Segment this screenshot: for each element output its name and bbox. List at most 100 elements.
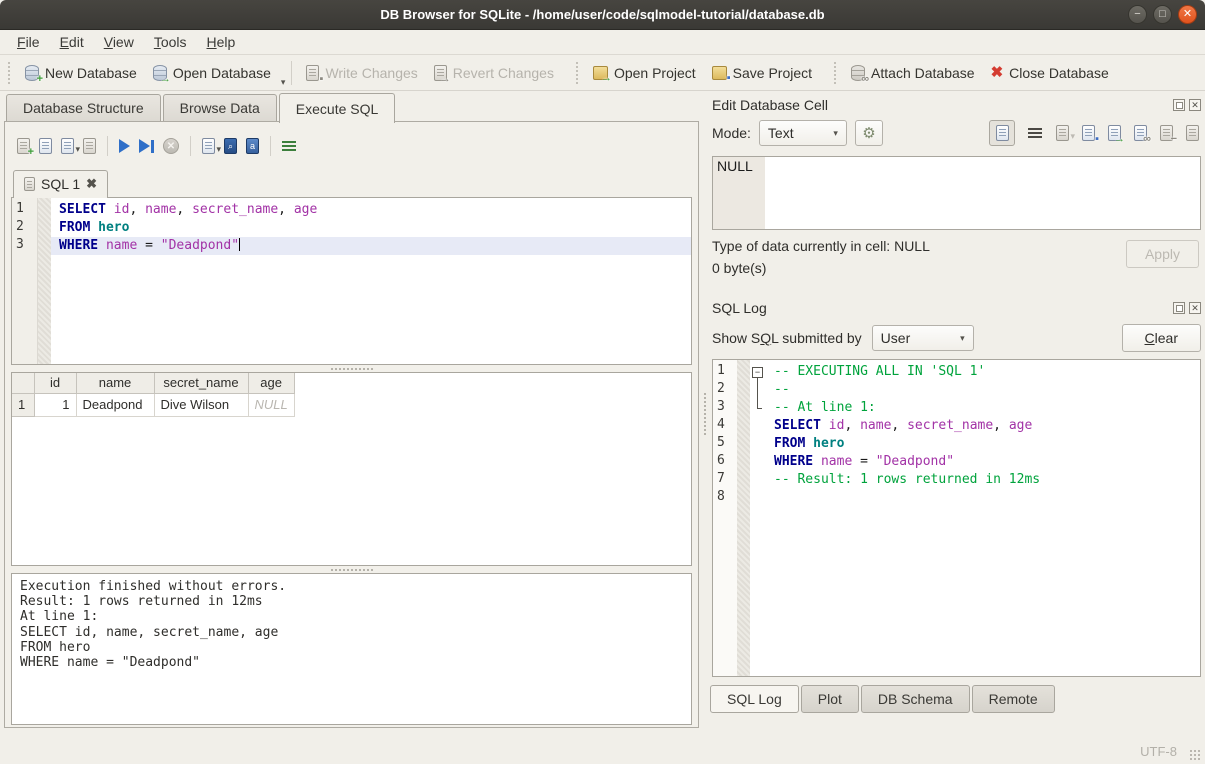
submitter-combobox[interactable]: User ▾ (872, 325, 974, 351)
close-sql-tab-icon[interactable]: ✖ (86, 176, 97, 192)
menu-view[interactable]: View (95, 32, 143, 52)
import-data-icon[interactable]: ▪ (1082, 125, 1095, 141)
text-mode-button[interactable] (989, 120, 1015, 146)
tab-db-schema[interactable]: DB Schema (861, 685, 970, 713)
tab-database-structure[interactable]: Database Structure (6, 94, 161, 122)
toolbar-grip[interactable] (8, 62, 13, 84)
tab-sql-log[interactable]: SQL Log (710, 685, 799, 713)
menu-tools[interactable]: Tools (145, 32, 196, 52)
cell-editor-iconstrip: ▾ ▪ → ∞ − (989, 120, 1201, 146)
splitter-results-message[interactable] (11, 566, 692, 573)
toolbar-grip[interactable] (834, 62, 839, 84)
tab-execute-sql[interactable]: Execute SQL (279, 93, 396, 123)
cell-age[interactable]: NULL (248, 393, 294, 416)
dock-float-icon[interactable] (1173, 99, 1185, 111)
chevron-down-icon: ▾ (960, 333, 965, 344)
column-header-secret-name[interactable]: secret_name (154, 373, 248, 393)
save-project-button[interactable]: ▪ Save Project (704, 61, 820, 85)
titlebar: DB Browser for SQLite - /home/user/code/… (0, 0, 1205, 30)
resize-grip[interactable] (1189, 749, 1201, 761)
open-project-icon: → (593, 66, 608, 80)
splitter-editor-results[interactable] (11, 365, 692, 372)
sql-log-dock-title: SQL Log ✕ (708, 297, 1205, 319)
tab-browse-data[interactable]: Browse Data (163, 94, 277, 122)
sql-log-filter-row: Show SQL submitted by User ▾ Clear (708, 319, 1205, 355)
new-database-button[interactable]: + New Database (17, 61, 145, 85)
sql-log-title: SQL Log (712, 300, 767, 316)
minimize-button[interactable]: − (1128, 5, 1147, 24)
cell-secret-name[interactable]: Dive Wilson (154, 393, 248, 416)
dock-close-icon[interactable]: ✕ (1189, 302, 1201, 314)
cell-name[interactable]: Deadpond (76, 393, 154, 416)
table-row: 1 1 Deadpond Dive Wilson NULL (12, 393, 294, 416)
new-sql-tab-icon[interactable]: + (17, 138, 30, 154)
cell-info: Type of data currently in cell: NULL 0 b… (712, 238, 1201, 294)
clear-log-button[interactable]: Clear (1122, 324, 1201, 352)
print-cell-icon[interactable] (1186, 125, 1199, 141)
revert-changes-button[interactable]: → Revert Changes (426, 61, 562, 85)
open-in-editor-icon[interactable]: ▾ (1056, 125, 1069, 141)
column-header-id[interactable]: id (34, 373, 76, 393)
menu-help[interactable]: Help (198, 32, 245, 52)
find-icon[interactable]: ⌕ (224, 138, 237, 154)
stop-execution-icon[interactable]: ✕ (163, 138, 179, 154)
dock-close-icon[interactable]: ✕ (1189, 99, 1201, 111)
open-database-button[interactable]: → Open Database (145, 61, 279, 85)
close-database-button[interactable]: ✖ Close Database (983, 61, 1117, 85)
print-icon[interactable] (83, 138, 96, 154)
execute-all-icon[interactable] (119, 139, 130, 153)
menu-file[interactable]: File (8, 32, 49, 52)
open-database-dropdown[interactable]: ▾ (281, 77, 286, 90)
menubar: File Edit View Tools Help (0, 30, 1205, 55)
cell-value-text: NULL (717, 158, 753, 174)
sql-file-tabbar: SQL 1 ✖ (11, 166, 692, 197)
cell-value-editor[interactable]: NULL (712, 156, 1201, 230)
edit-cell-dock-title: Edit Database Cell ✕ (708, 94, 1205, 116)
row-number[interactable]: 1 (12, 393, 34, 416)
execute-current-line-icon[interactable] (139, 139, 154, 153)
right-pane: Edit Database Cell ✕ Mode: Text ▾ ⚙ ▾ ▪ … (708, 91, 1205, 736)
open-sql-file-icon[interactable] (39, 138, 52, 154)
sql-log-view[interactable]: 12345678-- EXECUTING ALL IN 'SQL 1'---- … (712, 359, 1201, 677)
results-grid[interactable]: id name secret_name age 1 1 Deadpond Div… (11, 372, 692, 566)
encoding-indicator[interactable]: UTF-8 (1140, 744, 1177, 759)
statusbar: UTF-8 (0, 736, 1205, 764)
maximize-button[interactable]: □ (1153, 5, 1172, 24)
cell-id[interactable]: 1 (34, 393, 76, 416)
word-wrap-icon[interactable] (282, 139, 297, 153)
write-changes-icon: ▪ (306, 65, 319, 81)
execution-message-box[interactable]: Execution finished without errors. Resul… (11, 573, 692, 725)
sql-document-icon (24, 177, 35, 191)
bottom-dock-tabs: SQL Log Plot DB Schema Remote (708, 677, 1205, 713)
word-wrap-icon[interactable] (1028, 126, 1043, 140)
main-toolbar: + New Database → Open Database ▾ ▪ Write… (0, 55, 1205, 91)
toolbar-grip[interactable] (576, 62, 581, 84)
attach-database-button[interactable]: ∞ Attach Database (843, 61, 983, 85)
sql1-tab[interactable]: SQL 1 ✖ (13, 170, 108, 198)
tab-plot[interactable]: Plot (801, 685, 859, 713)
apply-button[interactable]: Apply (1126, 240, 1199, 268)
column-header-age[interactable]: age (248, 373, 294, 393)
column-header-name[interactable]: name (76, 373, 154, 393)
dock-float-icon[interactable] (1173, 302, 1185, 314)
new-database-icon: + (25, 65, 39, 81)
menu-edit[interactable]: Edit (51, 32, 93, 52)
attach-database-icon: ∞ (851, 65, 865, 81)
copy-link-icon[interactable]: ∞ (1134, 125, 1147, 141)
save-results-icon[interactable]: ▾ (202, 138, 215, 154)
write-changes-button[interactable]: ▪ Write Changes (298, 61, 425, 85)
save-sql-file-icon[interactable]: ▾ (61, 138, 74, 154)
edit-cell-title: Edit Database Cell (712, 97, 828, 113)
auto-switch-mode-button[interactable]: ⚙ (855, 120, 883, 146)
tab-remote[interactable]: Remote (972, 685, 1055, 713)
export-data-icon[interactable]: → (1108, 125, 1121, 141)
close-database-icon: ✖ (991, 65, 1004, 80)
close-button[interactable]: ✕ (1178, 5, 1197, 24)
format-sql-icon[interactable]: a (246, 138, 259, 154)
text-document-icon (996, 125, 1009, 141)
set-null-icon[interactable]: − (1160, 125, 1173, 141)
filter-label: Show SQL submitted by (712, 330, 862, 346)
sql-editor[interactable]: 123SELECT id, name, secret_name, ageFROM… (11, 197, 692, 365)
mode-combobox[interactable]: Text ▾ (759, 120, 847, 146)
open-project-button[interactable]: → Open Project (585, 61, 704, 85)
